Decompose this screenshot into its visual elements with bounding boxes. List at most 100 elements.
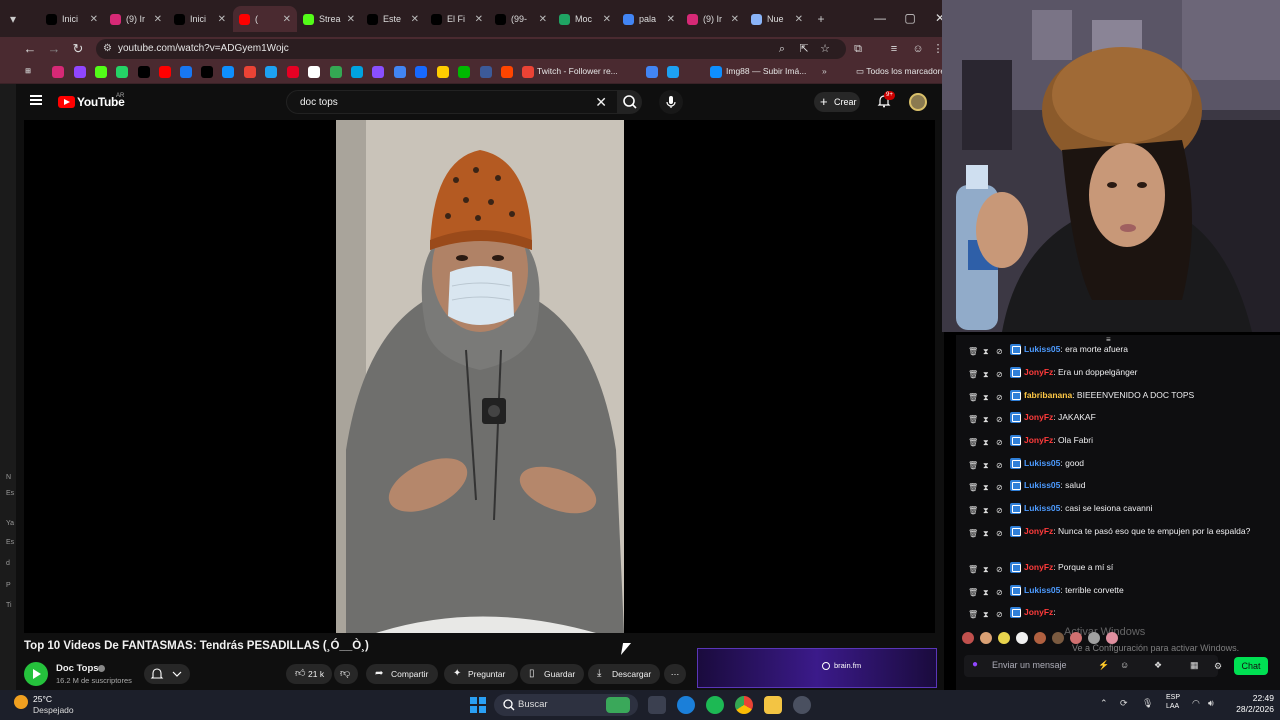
emote-icon[interactable]: [1034, 632, 1046, 644]
emote-icon[interactable]: [1052, 632, 1064, 644]
timeout-icon[interactable]: ⧗: [983, 345, 989, 358]
apps-icon[interactable]: ⊞: [22, 66, 34, 78]
delete-message-icon[interactable]: 🗑︎: [968, 436, 978, 449]
bookmark-1-icon[interactable]: [74, 66, 86, 78]
all-bookmarks-link[interactable]: ▭ Todos los marcadores: [856, 66, 944, 77]
install-icon[interactable]: ⇱: [794, 39, 814, 59]
bookmark-0-icon[interactable]: [52, 66, 64, 78]
bookmark-6-icon[interactable]: [180, 66, 192, 78]
tray-overflow-icon[interactable]: ⌃: [1100, 698, 1108, 709]
bookmark-18-icon[interactable]: [437, 66, 449, 78]
video-frame[interactable]: [336, 120, 624, 633]
windows-start-icon[interactable]: [470, 697, 486, 713]
delete-message-icon[interactable]: 🗑︎: [968, 481, 978, 494]
ask-button[interactable]: ✦ Preguntar: [444, 664, 518, 684]
tab-close-icon[interactable]: ✕: [90, 14, 98, 25]
chat-username[interactable]: Lukiss05: [1024, 344, 1060, 354]
wifi-icon[interactable]: ◠: [1192, 698, 1200, 709]
spotify-icon[interactable]: [706, 696, 724, 714]
chat-username[interactable]: fabribanana: [1024, 390, 1072, 400]
chat-username[interactable]: JonyFz: [1024, 367, 1053, 377]
bookmark-16-icon[interactable]: [394, 66, 406, 78]
tab-9[interactable]: pala ✕: [617, 6, 681, 32]
tab-3[interactable]: (✕: [233, 6, 297, 32]
ban-icon[interactable]: ⊘: [996, 608, 1003, 621]
chat-message[interactable]: 🗑︎ ⧗ ⊘ JonyFz:: [964, 606, 1254, 619]
channel-avatar[interactable]: [24, 662, 48, 686]
youtube-logo-icon[interactable]: [58, 96, 75, 108]
tab-close-icon[interactable]: ✕: [411, 14, 419, 25]
bookmark-7-icon[interactable]: [201, 66, 213, 78]
timeout-icon[interactable]: ⧗: [983, 391, 989, 404]
search-button[interactable]: [618, 90, 642, 114]
delete-message-icon[interactable]: 🗑︎: [968, 504, 978, 517]
search-input[interactable]: doc tops ✕: [286, 90, 618, 114]
tab-close-icon[interactable]: ✕: [603, 14, 611, 25]
ban-icon[interactable]: ⊘: [996, 504, 1003, 517]
emote-icon[interactable]: [962, 632, 974, 644]
chat-input[interactable]: ● Enviar un mensaje ⚡ ☺ ❖ ▦: [964, 655, 1218, 677]
chat-message[interactable]: 🗑︎ ⧗ ⊘ Lukiss05: era morte afuera: [964, 343, 1254, 356]
timeout-icon[interactable]: ⧗: [983, 527, 989, 540]
delete-message-icon[interactable]: 🗑︎: [968, 345, 978, 358]
video-player[interactable]: [24, 120, 935, 633]
keyboard-layout-indicator[interactable]: LAA: [1166, 703, 1179, 710]
bookmark-10-icon[interactable]: [265, 66, 277, 78]
tab-close-icon[interactable]: ✕: [795, 14, 803, 25]
chat-username[interactable]: Lukiss05: [1024, 585, 1060, 595]
weather-description[interactable]: Despejado: [33, 705, 74, 715]
edge-icon[interactable]: [677, 696, 695, 714]
tab-0[interactable]: Inici ✕: [40, 6, 104, 32]
more-bookmarks-icon[interactable]: »: [822, 66, 827, 76]
chat-settings-icon[interactable]: ⚙: [1214, 661, 1222, 672]
bookmark-twitch[interactable]: Twitch - Follower re...: [537, 66, 618, 76]
chat-username[interactable]: JonyFz: [1024, 412, 1053, 422]
extensions-icon[interactable]: ⧉: [848, 39, 868, 59]
chat-username[interactable]: Lukiss05: [1024, 480, 1060, 490]
tab-2[interactable]: Inici ✕: [168, 6, 232, 32]
chat-message[interactable]: 🗑︎ ⧗ ⊘ Lukiss05: casi se lesiona cavanni: [964, 502, 1254, 515]
bookmark-20-icon[interactable]: [480, 66, 492, 78]
download-button[interactable]: ⤓ Descargar: [588, 664, 660, 684]
delete-message-icon[interactable]: 🗑︎: [968, 391, 978, 404]
file-explorer-icon[interactable]: [764, 696, 782, 714]
bookmark-extra-0-icon[interactable]: [646, 66, 658, 78]
bookmark-9-icon[interactable]: [244, 66, 256, 78]
bookmark-4-icon[interactable]: [138, 66, 150, 78]
chat-message[interactable]: 🗑︎ ⧗ ⊘ JonyFz: Porque a mí sí: [964, 561, 1254, 574]
tray-mic-icon[interactable]: 🎙︎: [1142, 698, 1153, 709]
bookmark-17-icon[interactable]: [415, 66, 427, 78]
minimize-icon[interactable]: —: [870, 8, 890, 28]
ban-icon[interactable]: ⊘: [996, 481, 1003, 494]
tab-10[interactable]: (9) Ir ✕: [681, 6, 745, 32]
emote-picker-icon[interactable]: ☺: [1120, 660, 1129, 670]
tab-close-icon[interactable]: ✕: [283, 14, 291, 25]
chat-username[interactable]: JonyFz: [1024, 562, 1053, 572]
timeout-icon[interactable]: ⧗: [983, 481, 989, 494]
chat-send-button[interactable]: Chat: [1234, 657, 1268, 675]
weather-icon[interactable]: [14, 695, 28, 709]
chat-message[interactable]: 🗑︎ ⧗ ⊘ fabribanana: BIEEENVENIDO A DOC TOPS: [964, 389, 1254, 402]
chat-message[interactable]: 🗑︎ ⧗ ⊘ JonyFz: Nunca te pasó eso que te emp…: [964, 525, 1254, 538]
reload-icon[interactable]: ↻: [68, 39, 88, 59]
tab-4[interactable]: Strea ✕: [297, 6, 361, 32]
delete-message-icon[interactable]: 🗑︎: [968, 368, 978, 381]
chat-message[interactable]: 🗑︎ ⧗ ⊘ Lukiss05: salud: [964, 479, 1254, 492]
watch-streak-icon[interactable]: ❖: [1154, 660, 1162, 671]
bookmark-imgbb[interactable]: Img88 — Subir Imá...: [726, 66, 806, 76]
new-tab-button[interactable]: +: [812, 10, 830, 28]
weather-temperature[interactable]: 25°C: [33, 694, 52, 704]
chat-message[interactable]: 🗑︎ ⧗ ⊘ JonyFz: Era un doppelgänger: [964, 366, 1254, 379]
ban-icon[interactable]: ⊘: [996, 413, 1003, 426]
chat-username[interactable]: JonyFz: [1024, 607, 1053, 617]
maximize-icon[interactable]: ▢: [900, 8, 920, 28]
chat-username[interactable]: JonyFz: [1024, 526, 1053, 536]
tab-search-icon[interactable]: ▾: [4, 10, 22, 28]
task-view-icon[interactable]: [648, 696, 666, 714]
chat-message[interactable]: 🗑︎ ⧗ ⊘ JonyFz: Ola Fabri: [964, 434, 1254, 447]
bookmark-extra-1-icon[interactable]: [667, 66, 679, 78]
tab-11[interactable]: Nue ✕: [745, 6, 809, 32]
chat-username[interactable]: Lukiss05: [1024, 458, 1060, 468]
bookmark-15-icon[interactable]: [372, 66, 384, 78]
save-button[interactable]: ▯ Guardar: [520, 664, 584, 684]
